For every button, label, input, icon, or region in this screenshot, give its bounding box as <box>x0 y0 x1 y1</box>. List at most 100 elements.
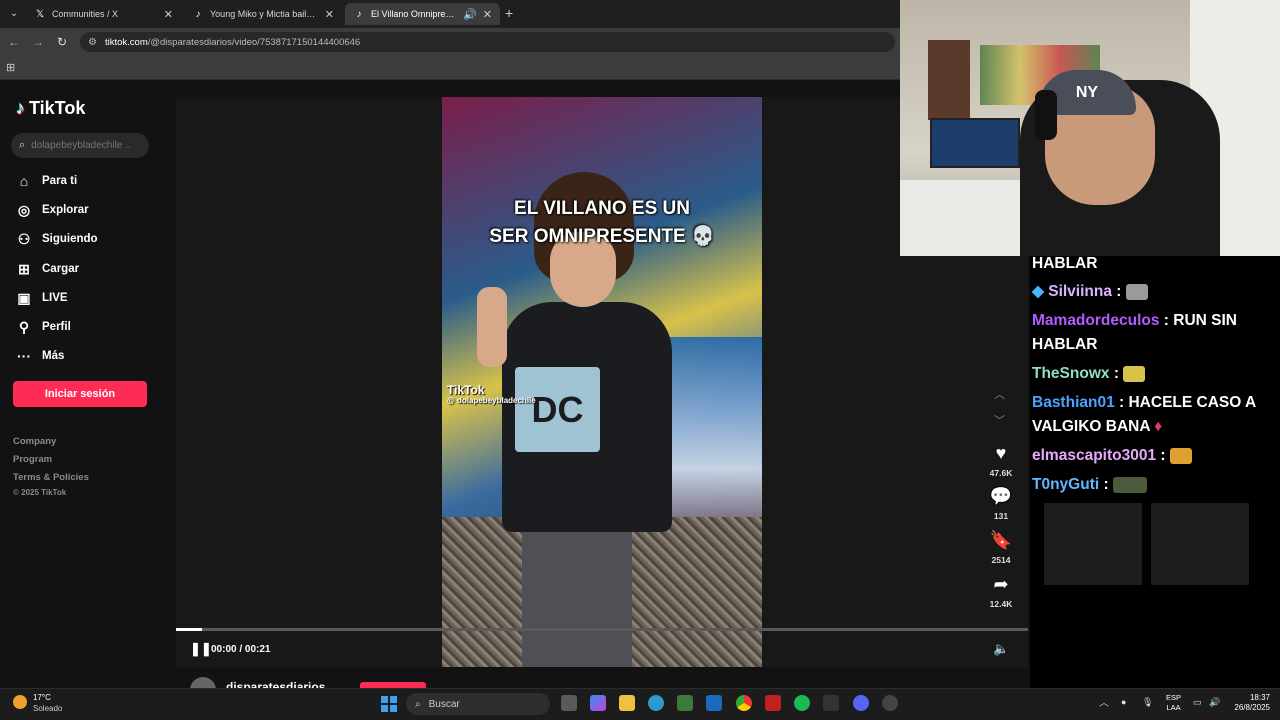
tray-chevron-up-icon[interactable]: ︿ <box>1099 694 1109 709</box>
speaker-icon[interactable]: 🔊 <box>463 8 477 21</box>
search-box[interactable]: ⌕ <box>11 133 149 158</box>
footer-company[interactable]: Company <box>13 436 56 447</box>
chat-placeholder-box <box>1044 503 1142 585</box>
bookmarks-bar <box>0 56 900 80</box>
search-icon: ⌕ <box>19 139 26 151</box>
footer-program[interactable]: Program <box>13 454 52 465</box>
like-button[interactable]: ♥ 47.6K <box>985 442 1017 479</box>
search-icon: ⌕ <box>415 698 421 710</box>
chat-message: Basthian01 : HACELE CASO A VALGIKO BANA … <box>1032 394 1256 435</box>
microphone-icon[interactable]: 🎙 <box>1142 697 1153 707</box>
network-icon[interactable]: ▭ <box>1193 697 1203 707</box>
tab-x-communities[interactable]: 𝕏 Communities / X ✕ <box>26 3 181 25</box>
store-icon[interactable] <box>677 695 693 711</box>
nav-para-ti[interactable]: ⌂ Para ti <box>16 170 77 192</box>
previous-video-chevron-icon[interactable]: ︿ <box>994 386 1005 402</box>
discord-icon[interactable] <box>853 695 869 711</box>
x-logo-icon: 𝕏 <box>35 8 45 20</box>
weather-description[interactable]: Soleado <box>33 704 62 713</box>
copyright: © 2025 TikTok <box>13 488 67 497</box>
comment-icon: 💬 <box>989 485 1013 506</box>
volume-icon[interactable]: 🔈 <box>993 641 1009 657</box>
task-view-icon[interactable] <box>561 695 577 711</box>
spotify-icon[interactable] <box>794 695 810 711</box>
apps-grid-icon[interactable]: ⊞ <box>6 61 15 74</box>
streamer-webcam: NY <box>900 0 1280 256</box>
compass-icon: ◎ <box>17 201 31 218</box>
chat-message: HABLAR <box>1032 255 1098 272</box>
weather-temperature[interactable]: 17°C <box>33 693 51 702</box>
close-icon[interactable]: ✕ <box>483 8 492 21</box>
chat-message: T0nyGuti : <box>1032 473 1272 497</box>
tiktok-watermark: TikTok <box>447 383 485 397</box>
sponge-emote-icon <box>1123 365 1146 382</box>
windows-taskbar <box>0 688 1280 720</box>
chat-message: ◆ Silviinna : <box>1032 280 1272 304</box>
chat-placeholder-box <box>1151 503 1249 585</box>
rose-emote-icon: ♦ <box>1154 418 1163 435</box>
video-progress-bar[interactable] <box>176 628 1028 631</box>
home-icon: ⌂ <box>19 173 29 189</box>
chrome-icon[interactable] <box>736 695 752 711</box>
language-indicator[interactable]: ESP LAA <box>1166 693 1181 713</box>
search-input[interactable] <box>31 140 132 151</box>
tiktok-icon: ♪ <box>195 8 201 20</box>
tab-search-chevron-icon[interactable]: ⌄ <box>6 5 22 21</box>
share-icon: ➦ <box>993 573 1009 594</box>
site-info-icon[interactable]: ⚙ <box>88 37 97 48</box>
app-icon[interactable] <box>823 695 839 711</box>
tiktok-logo[interactable]: ♪ TikTok <box>16 98 85 119</box>
chat-message: elmascapito3001 : <box>1032 444 1272 468</box>
weather-sun-icon[interactable] <box>13 695 27 709</box>
close-icon[interactable]: ✕ <box>325 8 334 21</box>
following-icon: ⚇ <box>17 230 31 247</box>
nav-mas[interactable]: ··· Más <box>16 345 64 367</box>
nav-cargar[interactable]: ⊞ Cargar <box>16 258 79 280</box>
comment-button[interactable]: 💬 131 <box>985 485 1017 522</box>
progress-fill <box>176 628 202 631</box>
outlook-icon[interactable] <box>706 695 722 711</box>
tiktok-icon: ♪ <box>356 8 362 20</box>
footer-terms[interactable]: Terms & Policies <box>13 472 89 483</box>
edge-icon[interactable] <box>648 695 664 711</box>
live-icon: ▣ <box>17 289 31 306</box>
copilot-icon[interactable] <box>590 695 606 711</box>
nav-siguiendo[interactable]: ⚇ Siguiendo <box>16 228 98 250</box>
nav-perfil[interactable]: ⚲ Perfil <box>16 316 71 338</box>
frog-emote-icon <box>1112 476 1147 493</box>
video-frame[interactable]: DC <box>442 97 762 667</box>
back-icon[interactable]: ← <box>6 34 22 50</box>
heart-icon: ♥ <box>995 442 1007 463</box>
taskbar-search[interactable]: ⌕ Buscar <box>406 693 550 715</box>
new-tab-button[interactable]: + <box>505 5 519 21</box>
chat-message: TheSnowx : <box>1032 362 1272 386</box>
video-time: 00:00 / 00:21 <box>211 644 271 655</box>
close-icon[interactable]: ✕ <box>164 8 173 21</box>
obs-icon[interactable] <box>882 695 898 711</box>
tray-app-icon[interactable]: ● <box>1121 697 1131 707</box>
stream-app-icon[interactable] <box>765 695 781 711</box>
cat-emote-icon <box>1125 283 1148 300</box>
badge-icon: ◆ <box>1032 283 1044 300</box>
file-explorer-icon[interactable] <box>619 695 635 711</box>
share-button[interactable]: ➦ 12.4K <box>985 573 1017 610</box>
windows-start-icon[interactable] <box>381 696 397 712</box>
watermark-username: @ dolapebeybladechile <box>447 396 536 405</box>
system-clock[interactable]: 18:37 26/8/2025 <box>1226 693 1270 713</box>
next-video-chevron-icon[interactable]: ﹀ <box>994 412 1005 428</box>
volume-icon[interactable]: 🔊 <box>1209 697 1220 707</box>
shirt-logo: DC <box>515 367 600 452</box>
forward-icon[interactable]: → <box>30 34 46 50</box>
image-emote-icon <box>1169 447 1192 464</box>
address-bar[interactable]: ⚙ tiktok.com/@disparatesdiarios/video/75… <box>80 32 895 52</box>
login-button[interactable]: Iniciar sesión <box>13 381 147 407</box>
save-button[interactable]: 🔖 2514 <box>985 529 1017 566</box>
nav-explorar[interactable]: ◎ Explorar <box>16 199 89 221</box>
tiktok-icon: ♪ <box>16 98 25 118</box>
chat-message: Mamadordeculos : RUN SIN HABLAR <box>1032 312 1237 353</box>
tab-el-villano[interactable]: ♪ El Villano Omnipresente en 🔊 ✕ <box>345 3 500 25</box>
pause-icon[interactable]: ❚❚ <box>190 641 212 657</box>
reload-icon[interactable]: ↻ <box>54 34 70 50</box>
tab-young-miko[interactable]: ♪ Young Miko y Mictia bailando e ✕ <box>184 3 342 25</box>
nav-live[interactable]: ▣ LIVE <box>16 287 67 309</box>
